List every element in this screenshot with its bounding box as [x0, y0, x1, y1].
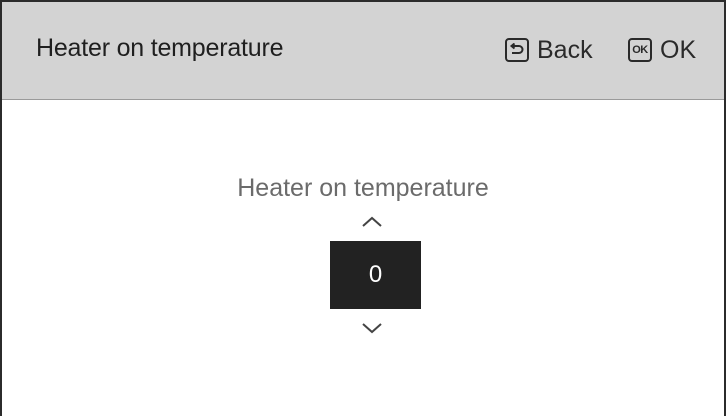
back-button[interactable]: Back — [505, 35, 593, 65]
chevron-down-icon — [362, 323, 382, 334]
increase-button[interactable] — [361, 215, 383, 229]
header-bar: Heater on temperature Back OK OK — [2, 2, 724, 100]
value-display[interactable]: 0 — [330, 241, 421, 309]
settings-screen: Heater on temperature Back OK OK Heater … — [0, 0, 726, 416]
setting-label: Heater on temperature — [237, 174, 489, 202]
ok-button-label: OK — [660, 35, 697, 64]
page-title: Heater on temperature — [36, 34, 284, 62]
chevron-up-icon — [362, 216, 382, 227]
ok-button[interactable]: OK OK — [628, 35, 696, 65]
ok-key-icon: OK — [628, 38, 652, 62]
value-text: 0 — [368, 261, 383, 288]
decrease-button[interactable] — [361, 321, 383, 335]
ok-icon-text: OK — [632, 43, 648, 56]
back-return-icon — [505, 38, 529, 62]
back-button-label: Back — [537, 35, 593, 64]
